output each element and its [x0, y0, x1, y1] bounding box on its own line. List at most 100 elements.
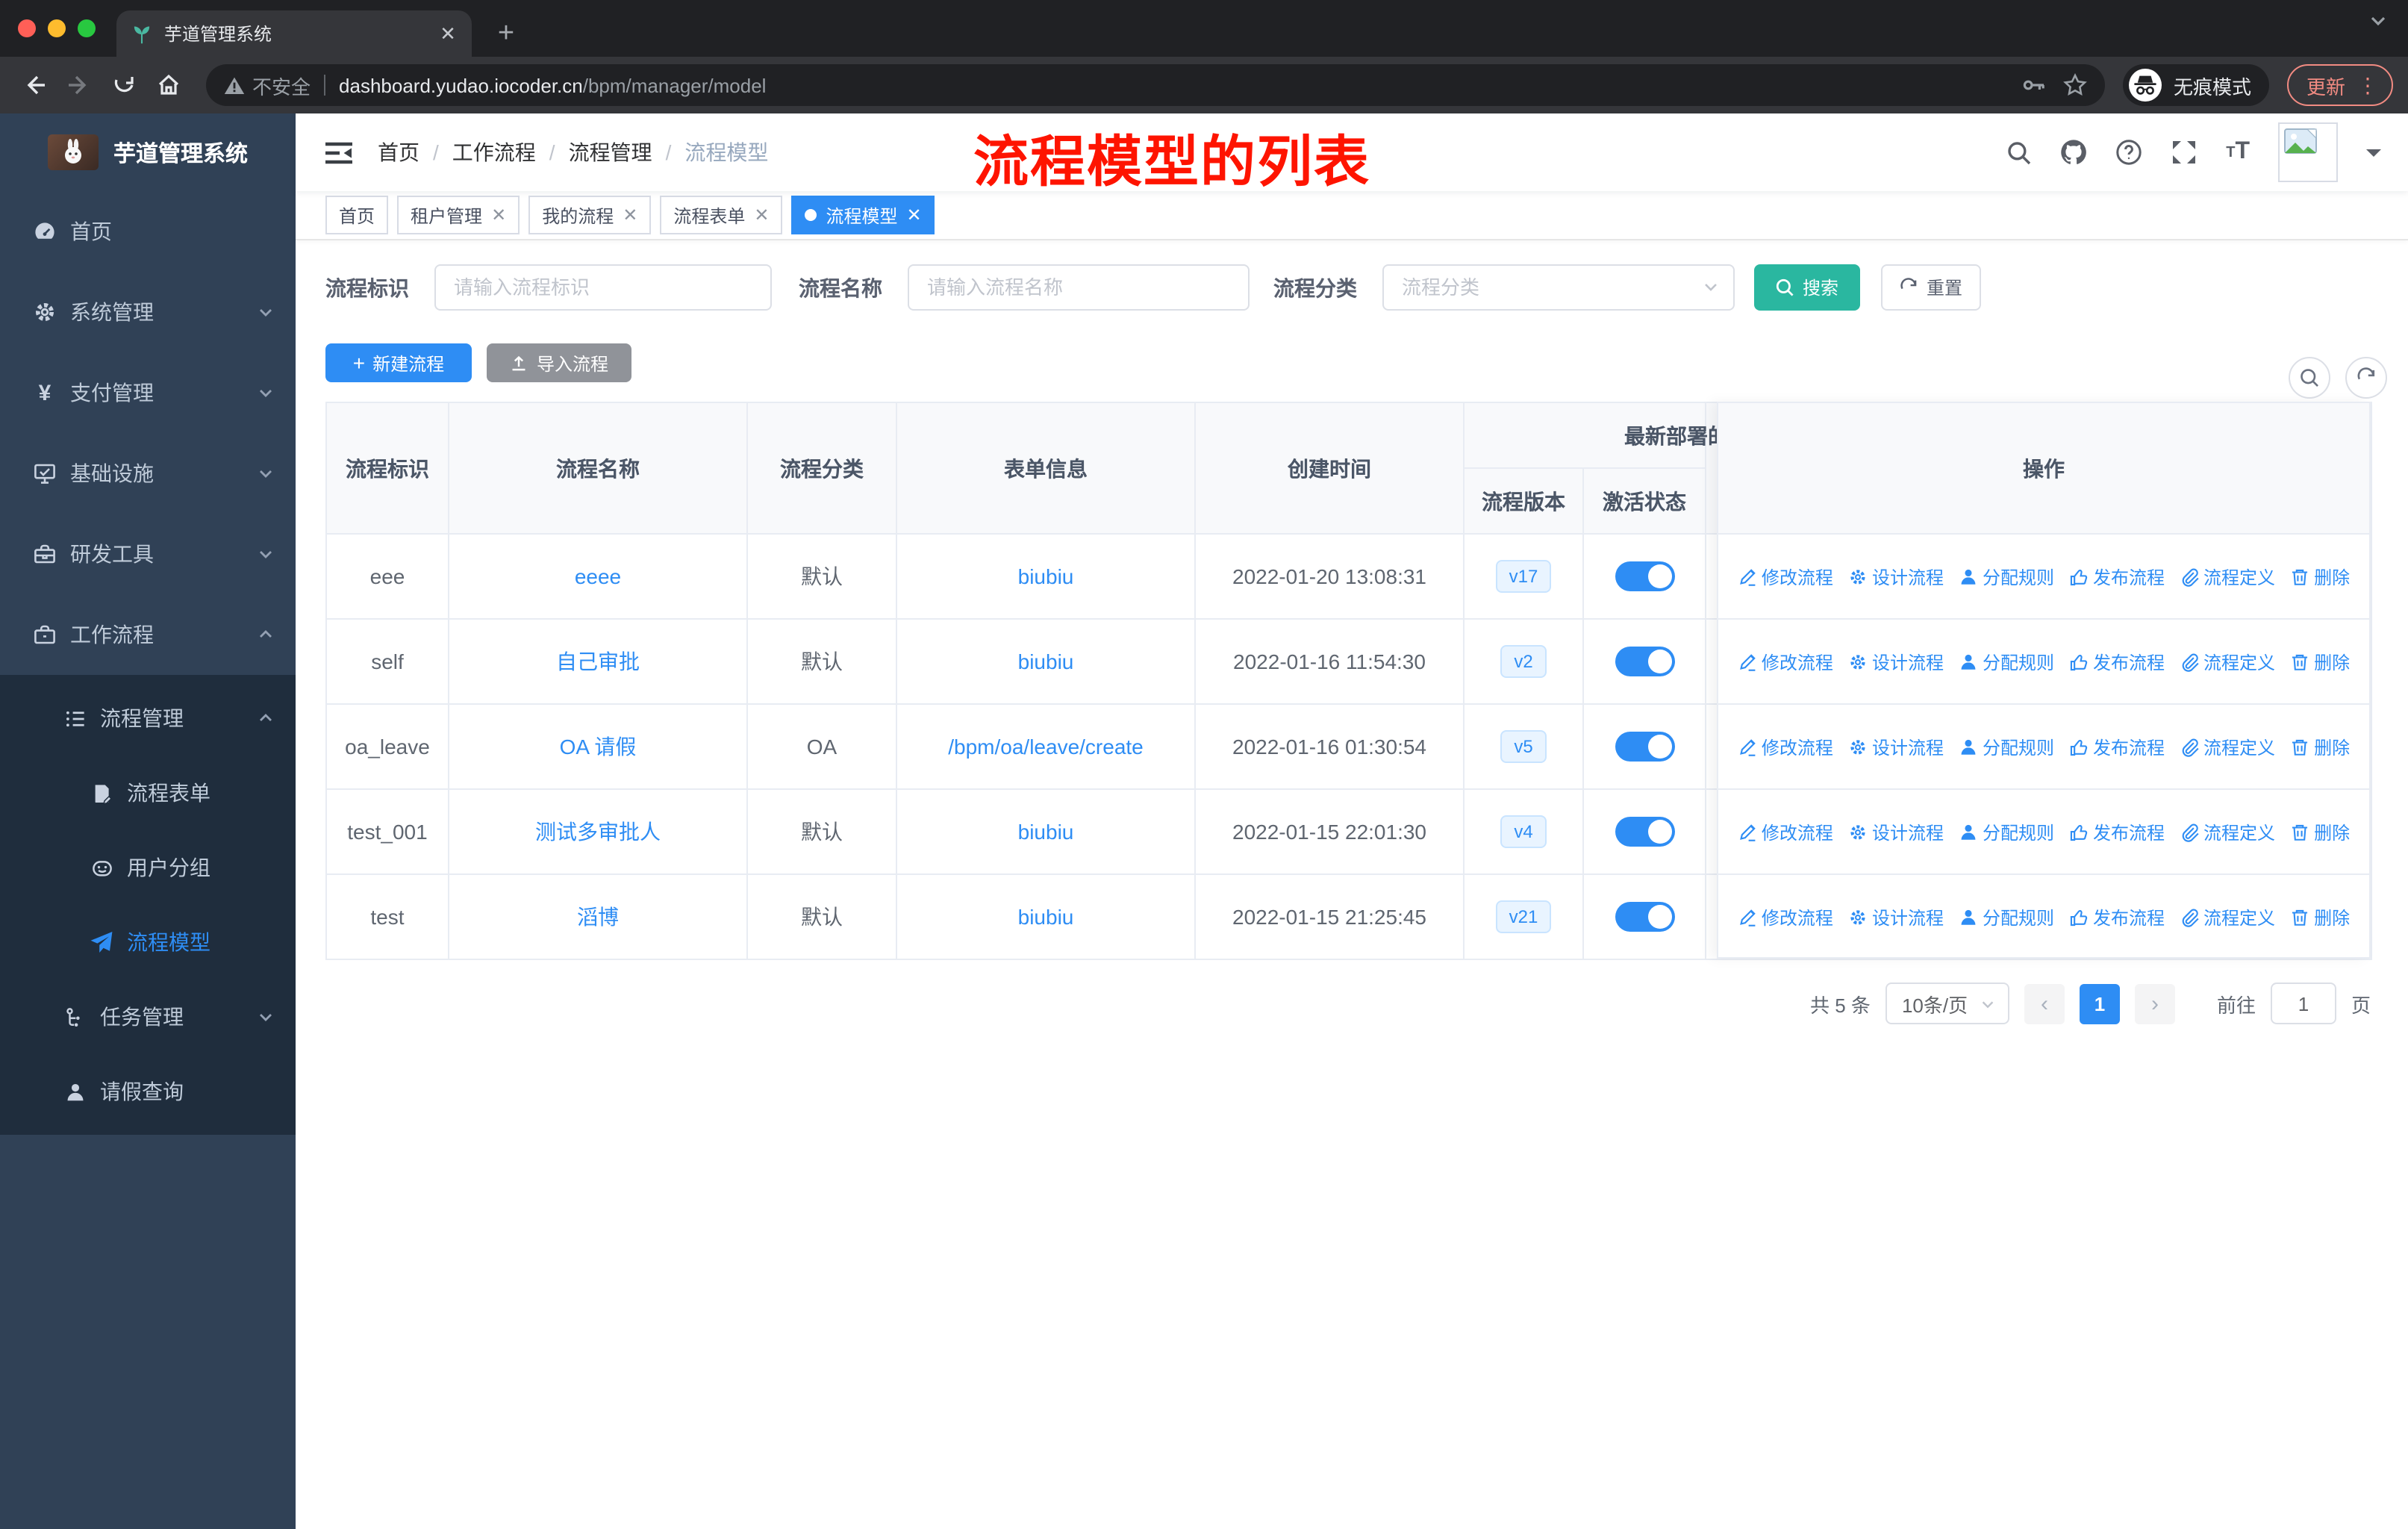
action-edit-link[interactable]: 修改流程 [1738, 564, 1833, 589]
action-edit-link[interactable]: 修改流程 [1738, 905, 1833, 930]
tag-close-icon[interactable]: ✕ [491, 205, 506, 225]
process-name-link[interactable]: 自己审批 [556, 650, 640, 673]
avatar-caret-icon[interactable] [2366, 149, 2381, 164]
sidebar-item-process-form[interactable]: 流程表单 [0, 756, 296, 830]
action-publish-link[interactable]: 发布流程 [2069, 819, 2165, 844]
window-minimize-button[interactable] [48, 19, 66, 37]
version-badge[interactable]: v5 [1500, 729, 1547, 764]
breadcrumb-item[interactable]: 工作流程 [452, 137, 536, 167]
action-definition-link[interactable]: 流程定义 [2180, 734, 2275, 759]
action-delete-link[interactable]: 删除 [2290, 819, 2350, 844]
status-toggle[interactable] [1615, 902, 1674, 932]
action-delete-link[interactable]: 删除 [2290, 734, 2350, 759]
form-info-link[interactable]: /bpm/oa/leave/create [948, 735, 1144, 759]
action-definition-link[interactable]: 流程定义 [2180, 649, 2275, 674]
back-button[interactable] [15, 66, 54, 105]
password-key-icon[interactable] [2021, 73, 2045, 97]
action-edit-link[interactable]: 修改流程 [1738, 734, 1833, 759]
goto-page-input[interactable] [2270, 983, 2336, 1024]
action-publish-link[interactable]: 发布流程 [2069, 649, 2165, 674]
security-chip[interactable]: 不安全 [224, 71, 311, 99]
version-badge[interactable]: v17 [1495, 559, 1552, 594]
action-delete-link[interactable]: 删除 [2290, 905, 2350, 930]
action-assign-link[interactable]: 分配规则 [1959, 734, 2054, 759]
sidebar-item-system[interactable]: 系统管理 [0, 272, 296, 352]
current-page[interactable]: 1 [2079, 983, 2120, 1024]
tab-close-icon[interactable]: ✕ [436, 22, 460, 46]
version-badge[interactable]: v4 [1500, 815, 1547, 849]
sidebar-item-process-management[interactable]: 流程管理 [0, 681, 296, 756]
sidebar-item-workflow[interactable]: 工作流程 [0, 594, 296, 675]
import-process-button[interactable]: 导入流程 [487, 343, 631, 382]
sidebar-item-payment[interactable]: ¥ 支付管理 [0, 352, 296, 433]
form-info-link[interactable]: biubiu [1018, 564, 1074, 588]
sidebar-item-home[interactable]: 首页 [0, 191, 296, 272]
action-design-link[interactable]: 设计流程 [1848, 819, 1944, 844]
tag-close-icon[interactable]: ✕ [754, 205, 769, 225]
tag-home[interactable]: 首页 [325, 196, 389, 234]
action-design-link[interactable]: 设计流程 [1848, 905, 1944, 930]
search-button[interactable]: 搜索 [1754, 264, 1860, 311]
action-delete-link[interactable]: 删除 [2290, 564, 2350, 589]
update-button[interactable]: 更新 ⋮ [2286, 64, 2393, 106]
tag-process-model[interactable]: 流程模型 ✕ [791, 196, 935, 234]
sidebar-item-task-management[interactable]: 任务管理 [0, 980, 296, 1054]
window-close-button[interactable] [18, 19, 36, 37]
version-badge[interactable]: v2 [1500, 644, 1547, 679]
reset-button[interactable]: 重置 [1881, 264, 1981, 311]
font-size-icon[interactable]: TT [2226, 139, 2250, 166]
form-info-link[interactable]: biubiu [1018, 820, 1074, 844]
action-edit-link[interactable]: 修改流程 [1738, 649, 1833, 674]
process-name-link[interactable]: OA 请假 [560, 735, 637, 759]
prev-page-button[interactable]: ‹ [2024, 983, 2065, 1024]
action-design-link[interactable]: 设计流程 [1848, 734, 1944, 759]
process-key-input[interactable] [434, 264, 772, 311]
process-name-link[interactable]: eeee [575, 564, 621, 588]
tag-close-icon[interactable]: ✕ [907, 205, 922, 225]
action-assign-link[interactable]: 分配规则 [1959, 905, 2054, 930]
bookmark-star-icon[interactable] [2063, 73, 2087, 97]
status-toggle[interactable] [1615, 561, 1674, 591]
window-zoom-button[interactable] [78, 19, 96, 37]
tag-tenant[interactable]: 租户管理 ✕ [397, 196, 520, 234]
sidebar-item-process-model[interactable]: 流程模型 [0, 905, 296, 980]
forward-button[interactable] [60, 66, 99, 105]
action-definition-link[interactable]: 流程定义 [2180, 564, 2275, 589]
action-publish-link[interactable]: 发布流程 [2069, 734, 2165, 759]
form-info-link[interactable]: biubiu [1018, 650, 1074, 673]
tag-my-process[interactable]: 我的流程 ✕ [528, 196, 652, 234]
search-icon[interactable] [2006, 140, 2032, 165]
action-definition-link[interactable]: 流程定义 [2180, 819, 2275, 844]
sidebar-item-leave-query[interactable]: 请假查询 [0, 1054, 296, 1129]
process-name-link[interactable]: 滔博 [577, 905, 619, 929]
help-icon[interactable] [2115, 139, 2142, 166]
fullscreen-icon[interactable] [2171, 139, 2198, 166]
create-process-button[interactable]: + 新建流程 [325, 343, 472, 382]
version-badge[interactable]: v21 [1495, 900, 1552, 934]
reload-button[interactable] [105, 66, 143, 105]
category-select-input[interactable] [1382, 264, 1735, 311]
tag-close-icon[interactable]: ✕ [623, 205, 637, 225]
process-name-input[interactable] [908, 264, 1250, 311]
category-select[interactable] [1382, 264, 1735, 311]
browser-menu-icon[interactable]: ⋮ [2357, 72, 2378, 98]
form-info-link[interactable]: biubiu [1018, 905, 1074, 929]
browser-tab[interactable]: 芋道管理系统 ✕ [116, 10, 472, 57]
action-design-link[interactable]: 设计流程 [1848, 649, 1944, 674]
sidebar-item-dev-tools[interactable]: 研发工具 [0, 514, 296, 594]
toggle-search-button[interactable] [2289, 357, 2330, 399]
address-bar[interactable]: 不安全 dashboard.yudao.iocoder.cn/bpm/manag… [206, 64, 2105, 106]
sidebar-item-infrastructure[interactable]: 基础设施 [0, 433, 296, 514]
user-avatar[interactable] [2278, 122, 2338, 182]
home-button[interactable] [149, 66, 188, 105]
next-page-button[interactable]: › [2134, 983, 2175, 1024]
breadcrumb-item[interactable]: 首页 [378, 137, 419, 167]
sidebar-item-user-group[interactable]: 用户分组 [0, 830, 296, 905]
action-design-link[interactable]: 设计流程 [1848, 564, 1944, 589]
page-size-select[interactable]: 10条/页 [1885, 983, 2009, 1024]
new-tab-button[interactable]: + [487, 18, 525, 51]
action-assign-link[interactable]: 分配规则 [1959, 819, 2054, 844]
action-publish-link[interactable]: 发布流程 [2069, 564, 2165, 589]
status-toggle[interactable] [1615, 647, 1674, 676]
action-edit-link[interactable]: 修改流程 [1738, 819, 1833, 844]
